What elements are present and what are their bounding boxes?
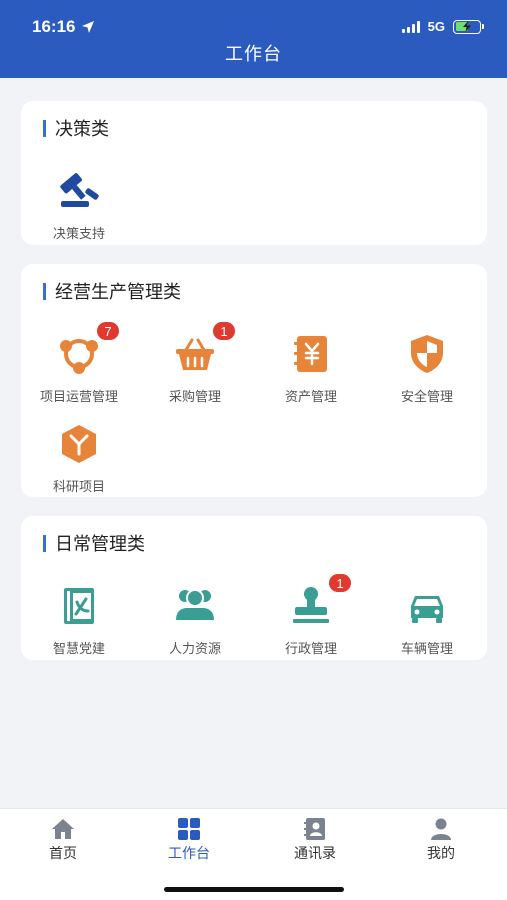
section-decision: 决策类 决策支持 [21,101,487,245]
tab-workbench[interactable]: 工作台 [126,817,252,863]
notification-badge: 1 [327,572,353,594]
item-party-building[interactable]: 智慧党建 [21,582,137,657]
tab-label: 我的 [427,845,455,861]
yuan-notebook-icon [294,336,327,372]
item-label: 科研项目 [52,479,105,494]
tab-contacts[interactable]: 通讯录 [252,817,378,863]
section-operations: 经营生产管理类 7 项目运营管理 1 采购管理 资产管理 安全管理 科研项目 [21,264,487,497]
item-human-resources[interactable]: 人力资源 [137,582,253,657]
notification-badge: 1 [211,320,237,342]
tab-home[interactable]: 首页 [0,817,126,863]
status-bar: 16:16 5G [0,0,507,44]
page-title: 工作台 [225,44,282,64]
tab-mine[interactable]: 我的 [378,817,504,863]
item-label: 行政管理 [284,641,337,656]
status-time: 16:16 [32,17,95,37]
notification-badge: 7 [95,320,121,342]
tab-label: 工作台 [168,845,210,861]
app-header: 16:16 5G 工作台 [0,0,507,78]
cycle-icon [60,339,98,374]
location-arrow-icon [82,21,95,33]
item-label: 资产管理 [284,389,337,404]
shield-icon [411,335,443,373]
bottom-tab-bar: 首页 工作台 通讯录 我的 [0,808,507,900]
item-research-project[interactable]: 科研项目 [21,420,137,495]
item-label: 人力资源 [168,641,221,656]
item-safety-management[interactable]: 安全管理 [369,330,485,405]
item-asset-management[interactable]: 资产管理 [253,330,369,405]
user-icon [431,818,451,840]
network-type: 5G [427,19,445,34]
item-label: 安全管理 [400,389,453,404]
home-icon [52,819,74,839]
item-project-operation[interactable]: 7 项目运营管理 [21,320,137,405]
people-icon [176,589,214,620]
battery-icon [453,19,484,34]
section-title: 日常管理类 [43,532,145,554]
item-decision-support[interactable]: 决策支持 [21,167,137,242]
basket-icon [176,338,214,370]
car-icon [411,596,443,623]
grid-icon [178,818,200,840]
item-label: 智慧党建 [52,641,105,656]
home-indicator [164,887,344,892]
signal-icon [401,20,420,33]
party-book-icon [64,588,94,624]
item-label: 决策支持 [52,226,105,241]
tab-label: 首页 [49,845,77,861]
stamp-icon [293,587,329,623]
item-label: 采购管理 [168,389,221,404]
item-vehicle-management[interactable]: 车辆管理 [369,582,485,657]
item-label: 车辆管理 [400,641,453,656]
contacts-icon [304,818,325,840]
gavel-icon [60,173,99,207]
item-label: 项目运营管理 [39,389,118,404]
section-daily: 日常管理类 智慧党建 人力资源 1 行政管理 车辆管理 [21,516,487,660]
box-icon [62,425,96,463]
item-administration[interactable]: 1 行政管理 [253,572,369,657]
section-title: 决策类 [43,117,109,139]
item-procurement[interactable]: 1 采购管理 [137,320,253,405]
tab-label: 通讯录 [294,845,336,861]
section-title: 经营生产管理类 [43,280,181,302]
